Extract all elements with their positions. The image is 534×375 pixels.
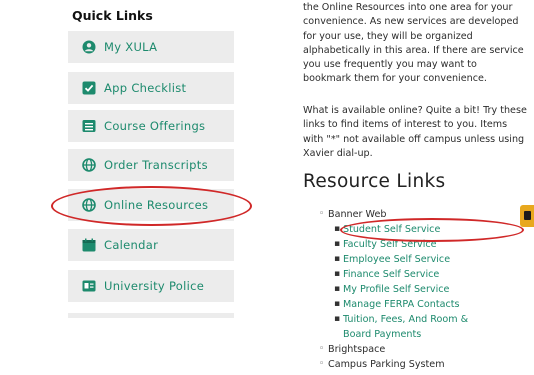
quick-link-app-checklist[interactable]: App Checklist (68, 72, 234, 104)
highlight-circle-online-resources (51, 186, 252, 226)
globe-icon (82, 158, 96, 172)
id-card-icon (82, 279, 96, 293)
chat-icon (524, 211, 531, 220)
calendar-icon (82, 238, 96, 252)
user-circle-icon (82, 40, 96, 54)
highlight-circle-student-self-service (340, 218, 524, 242)
quick-link-label: University Police (104, 279, 205, 293)
link-brightspace[interactable]: Brightspace (319, 342, 385, 357)
link-my-profile-self-service[interactable]: My Profile Self Service (334, 282, 449, 297)
quick-link-course-offerings[interactable]: Course Offerings (68, 110, 234, 142)
checkbox-icon (82, 81, 96, 95)
link-campus-parking-system[interactable]: Campus Parking System (319, 357, 445, 372)
quick-link-calendar[interactable]: Calendar (68, 229, 234, 261)
quick-link-my-xula[interactable]: My XULA (68, 31, 234, 63)
link-finance-self-service[interactable]: Finance Self Service (334, 267, 439, 282)
availability-paragraph: What is available online? Quite a bit! T… (303, 105, 527, 159)
floating-side-tab[interactable] (520, 205, 534, 227)
link-tuition-fees-room[interactable]: Tuition, Fees, And Room & (334, 312, 468, 327)
link-manage-ferpa-contacts[interactable]: Manage FERPA Contacts (334, 297, 459, 312)
quick-link-label: Order Transcripts (104, 158, 208, 172)
list-icon (82, 119, 96, 133)
quick-link-university-police[interactable]: University Police (68, 270, 234, 302)
quick-link-order-transcripts[interactable]: Order Transcripts (68, 149, 234, 181)
quick-links-title: Quick Links (72, 8, 153, 23)
quick-link-partial[interactable] (68, 313, 234, 318)
quick-link-label: Course Offerings (104, 119, 206, 133)
quick-link-label: My XULA (104, 40, 158, 54)
link-employee-self-service[interactable]: Employee Self Service (334, 252, 450, 267)
link-board-payments[interactable]: Board Payments (343, 328, 421, 342)
resource-links-heading: Resource Links (303, 171, 446, 192)
intro-paragraph: the Online Resources into one area for y… (303, 2, 524, 85)
quick-link-label: Calendar (104, 238, 159, 252)
main-content: the Online Resources into one area for y… (303, 0, 534, 375)
quick-links-sidebar: Quick Links My XULA App Checklist Course… (0, 0, 252, 375)
quick-link-label: App Checklist (104, 81, 187, 95)
